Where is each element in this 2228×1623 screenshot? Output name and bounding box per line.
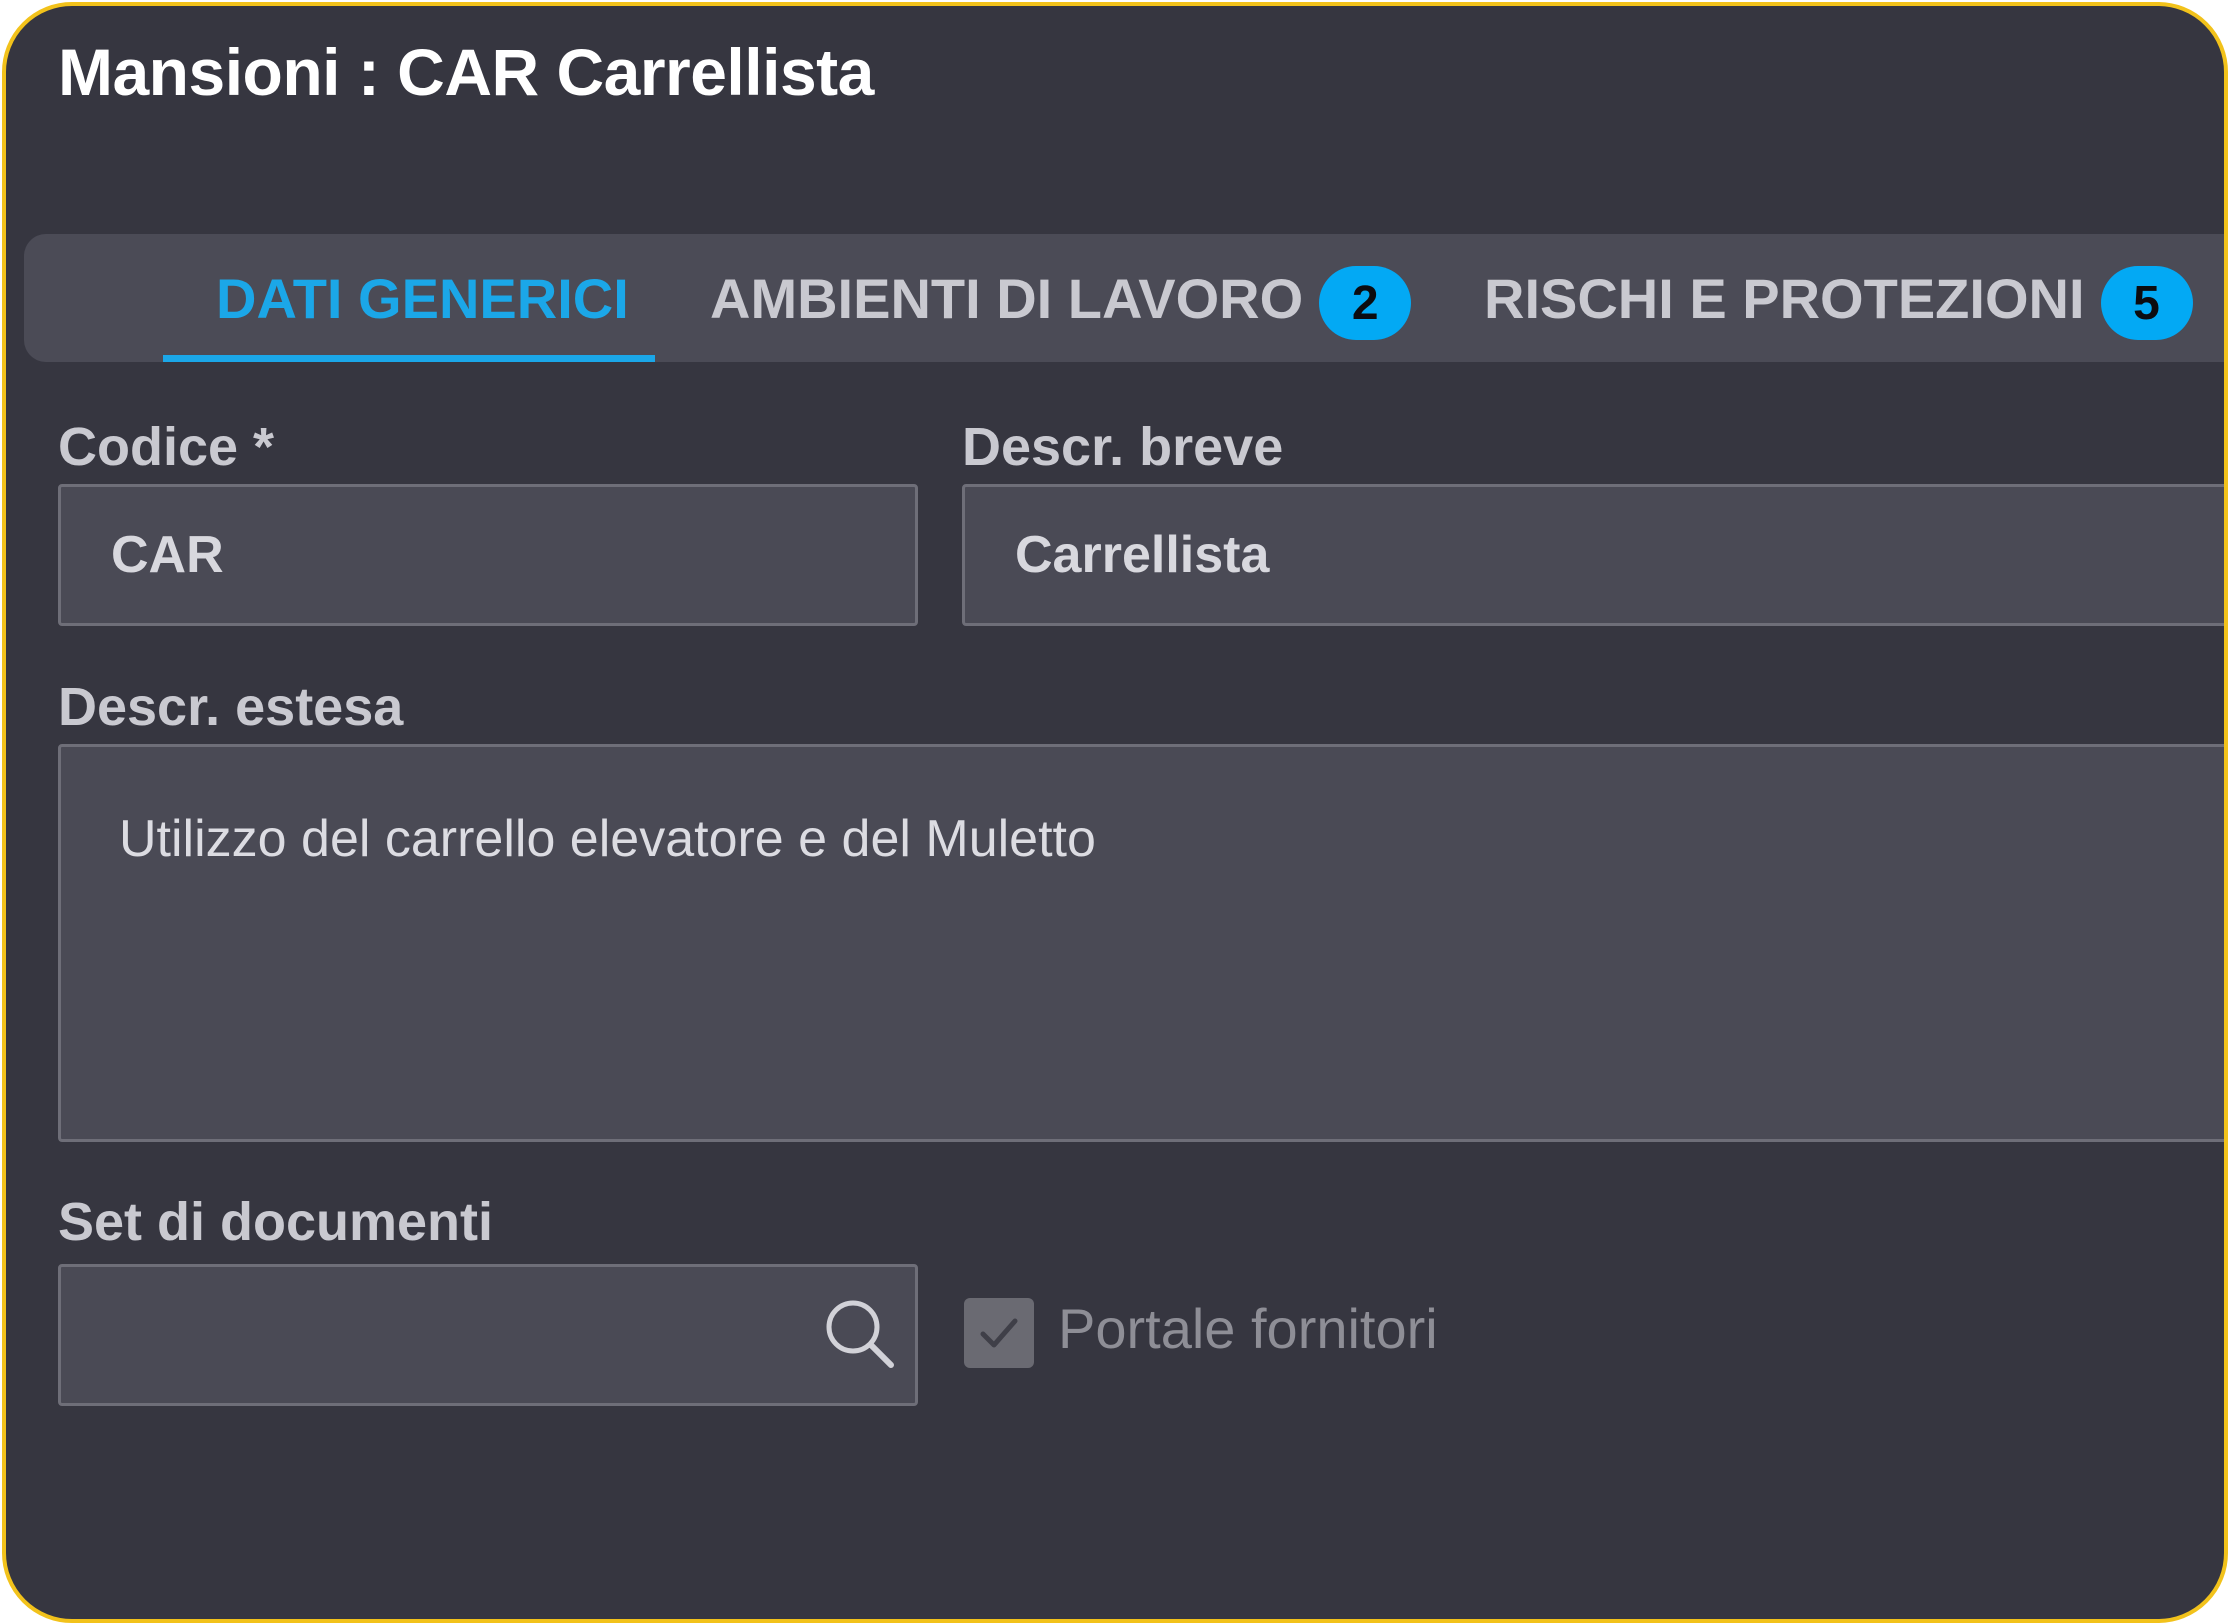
check-icon bbox=[980, 1318, 1018, 1348]
descr-breve-label: Descr. breve bbox=[962, 417, 1284, 477]
page-title: Mansioni : CAR Carrellista bbox=[58, 35, 874, 109]
count-badge: 2 bbox=[1319, 266, 1412, 340]
tab-bar: DATI GENERICI AMBIENTI DI LAVORO 2 RISCH… bbox=[24, 234, 2224, 362]
portale-fornitori-checkbox[interactable] bbox=[964, 1298, 1034, 1368]
active-tab-indicator bbox=[163, 355, 655, 362]
tab-label: DATI GENERICI bbox=[216, 266, 629, 330]
tab-ambienti-di-lavoro[interactable]: AMBIENTI DI LAVORO 2 bbox=[710, 234, 1412, 362]
portale-fornitori-label: Portale fornitori bbox=[1058, 1297, 1438, 1360]
codice-value: CAR bbox=[111, 526, 224, 584]
codice-field[interactable]: CAR bbox=[58, 484, 918, 626]
descr-estesa-label: Descr. estesa bbox=[58, 677, 404, 737]
tab-label: RISCHI E PROTEZIONI bbox=[1484, 266, 2085, 330]
descr-breve-field[interactable]: Carrellista bbox=[962, 484, 2224, 626]
descr-estesa-textarea[interactable]: Utilizzo del carrello elevatore e del Mu… bbox=[58, 744, 2224, 1142]
set-documenti-field[interactable] bbox=[58, 1264, 918, 1406]
set-documenti-label: Set di documenti bbox=[58, 1192, 494, 1252]
dialog-window: Mansioni : CAR Carrellista DATI GENERICI… bbox=[2, 2, 2228, 1623]
tab-rischi-e-protezioni[interactable]: RISCHI E PROTEZIONI 5 bbox=[1484, 234, 2193, 362]
count-badge: 5 bbox=[2100, 266, 2193, 340]
tab-label: AMBIENTI DI LAVORO bbox=[710, 266, 1304, 330]
descr-estesa-value: Utilizzo del carrello elevatore e del Mu… bbox=[119, 810, 1096, 868]
codice-label: Codice * bbox=[58, 417, 275, 477]
search-icon[interactable] bbox=[819, 1293, 899, 1373]
tab-dati-generici[interactable]: DATI GENERICI bbox=[216, 234, 629, 362]
descr-breve-value: Carrellista bbox=[1015, 526, 1270, 584]
